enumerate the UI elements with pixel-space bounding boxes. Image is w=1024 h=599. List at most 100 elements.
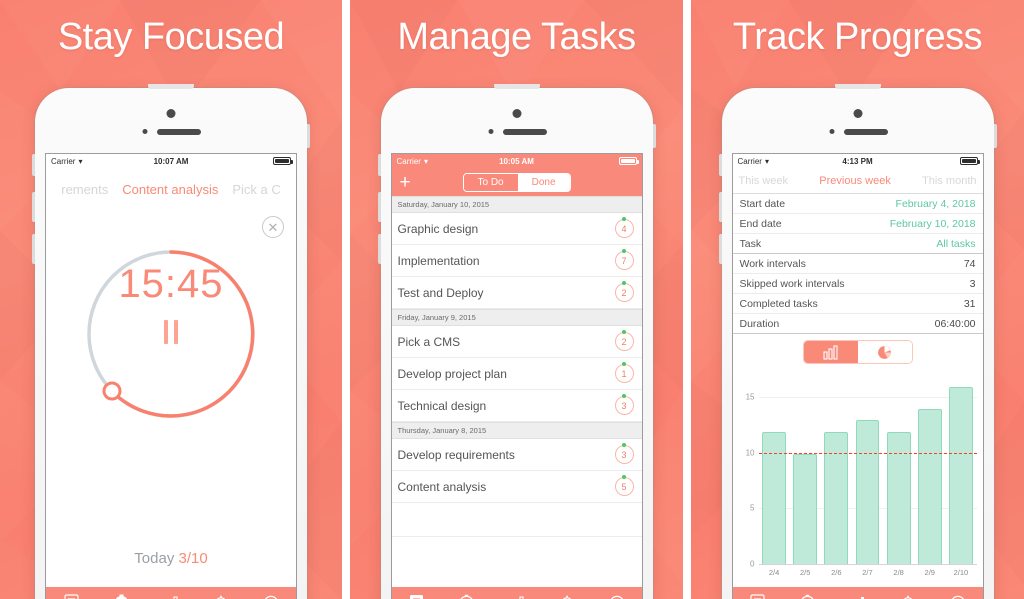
task-tab-next[interactable]: Pick a C [232, 182, 280, 197]
table-row[interactable]: Task All tasks [732, 234, 983, 254]
pie-chart-icon[interactable] [857, 341, 912, 363]
tab-chart-icon[interactable] [847, 592, 869, 599]
period-tab-this-month[interactable]: This month [922, 175, 976, 187]
tab-list-icon[interactable] [406, 592, 428, 599]
tab-chart-icon[interactable] [506, 592, 528, 599]
tab-timer-icon[interactable] [110, 592, 132, 599]
panel-stay-focused: Stay Focused Carrier ▾ 10:07 AM rements … [0, 0, 342, 599]
status-time: 10:05 AM [499, 156, 534, 166]
table-row[interactable]: Develop project plan 1 [391, 358, 642, 390]
table-row[interactable]: Pick a CMS 2 [391, 326, 642, 358]
bar-group: 2/8 [886, 376, 911, 577]
pomodoro-count-badge: 3 [614, 393, 634, 415]
volume-down-button [32, 234, 35, 264]
task-name: Graphic design [397, 221, 479, 236]
nav-bar: + To Do Done [391, 168, 642, 196]
table-row[interactable]: End date February 10, 2018 [732, 214, 983, 234]
tab-bar[interactable] [732, 587, 983, 599]
pomodoro-count-badge: 2 [614, 329, 634, 351]
table-row-empty [391, 503, 642, 537]
period-tab-previous-week[interactable]: Previous week [819, 175, 891, 187]
tab-timer-icon[interactable] [797, 592, 819, 599]
phone-frame: Carrier ▾ 4:13 PM This week Previous wee… [718, 84, 997, 599]
x-tick: 2/5 [799, 568, 811, 577]
bar-group: 2/6 [824, 376, 849, 577]
earpiece-speaker [157, 129, 201, 135]
silent-switch [718, 154, 722, 176]
tab-timer-icon[interactable] [456, 592, 478, 599]
x-axis [758, 564, 977, 565]
y-tick-0: 0 [750, 559, 755, 569]
stat-label: Work intervals [739, 257, 806, 270]
bar [762, 431, 787, 565]
tab-info-icon[interactable] [260, 592, 282, 599]
pomodoro-count-badge: 4 [614, 216, 634, 238]
stat-label: Skipped work intervals [739, 277, 845, 290]
stat-value: 31 [963, 297, 976, 310]
add-task-button[interactable]: + [400, 173, 411, 192]
power-button [307, 124, 310, 148]
period-tab-strip[interactable]: This week Previous week This month [732, 168, 983, 194]
page-title: Stay Focused [57, 16, 285, 58]
table-row[interactable]: Graphic design 4 [391, 213, 642, 245]
tab-gear-icon[interactable] [210, 592, 232, 599]
proximity-sensor-icon [142, 129, 148, 134]
target-line [758, 452, 977, 454]
power-button [993, 124, 997, 148]
tab-list-icon[interactable] [60, 592, 82, 599]
tab-bar[interactable] [391, 587, 642, 599]
battery-icon [618, 157, 639, 165]
tab-info-icon[interactable] [606, 592, 628, 599]
phone-screen: Carrier ▾ 10:07 AM rements Content analy… [46, 154, 296, 599]
task-list[interactable]: Saturday, January 10, 2015 Graphic desig… [391, 196, 642, 587]
todo-done-segmented-control[interactable]: To Do Done [462, 172, 571, 192]
tab-bar[interactable] [46, 587, 296, 599]
tab-gear-icon[interactable] [897, 592, 919, 599]
bar [855, 420, 880, 565]
table-row[interactable]: Content analysis 5 [391, 471, 642, 503]
bar-group: 2/5 [793, 376, 818, 577]
tab-chart-icon[interactable] [160, 592, 182, 599]
table-row[interactable]: Test and Deploy 2 [391, 277, 642, 309]
stat-label: Completed tasks [739, 297, 818, 310]
stat-value: All tasks [936, 237, 976, 250]
panel-manage-tasks: Manage Tasks Carrier ▾ 10:05 AM + To Do [342, 0, 683, 599]
task-tab-active[interactable]: Content analysis [122, 182, 218, 197]
table-row[interactable]: Technical design 3 [391, 390, 642, 422]
bar [917, 409, 942, 565]
table-row: Duration 06:40:00 [732, 314, 983, 334]
pause-icon[interactable] [46, 320, 296, 349]
task-tab-prev[interactable]: rements [61, 182, 108, 197]
y-tick-10: 10 [745, 448, 755, 458]
y-tick-5: 5 [750, 503, 755, 513]
close-icon[interactable]: ✕ [262, 216, 284, 238]
status-bar: Carrier ▾ 4:13 PM [733, 154, 983, 168]
bar-chart-icon[interactable] [803, 341, 858, 363]
x-tick: 2/10 [953, 568, 969, 577]
phone-top-notch [148, 84, 194, 89]
today-label: Today [134, 550, 175, 567]
task-tab-strip[interactable]: rements Content analysis Pick a C [46, 168, 296, 210]
day-header: Friday, January 9, 2015 [391, 309, 642, 326]
today-count: 3/10 [178, 550, 208, 567]
tab-list-icon[interactable] [747, 592, 769, 599]
tab-info-icon[interactable] [947, 592, 969, 599]
phone-top-notch [493, 84, 540, 89]
table-row[interactable]: Implementation 7 [391, 245, 642, 277]
status-time: 10:07 AM [153, 156, 189, 166]
bar [824, 431, 849, 565]
tab-gear-icon[interactable] [556, 592, 578, 599]
period-tab-this-week[interactable]: This week [739, 175, 789, 187]
x-tick: 2/9 [924, 568, 935, 577]
segment-done[interactable]: Done [517, 173, 570, 191]
volume-down-button [718, 234, 722, 264]
table-row[interactable]: Develop requirements 3 [391, 439, 642, 471]
table-row[interactable]: Start date February 4, 2018 [732, 194, 983, 214]
front-camera-icon [853, 109, 862, 118]
bar [948, 387, 973, 565]
battery-icon [959, 157, 980, 165]
stat-value: February 4, 2018 [895, 197, 976, 210]
task-name: Develop requirements [397, 447, 515, 462]
chart-type-toggle[interactable] [733, 334, 983, 366]
segment-todo[interactable]: To Do [463, 173, 518, 191]
